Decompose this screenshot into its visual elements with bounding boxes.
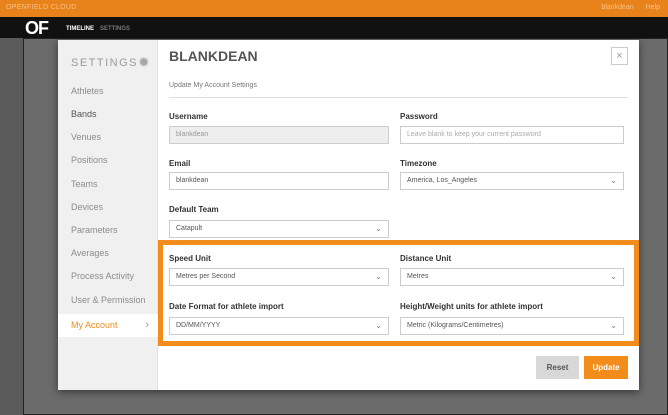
speed-unit-value: Metres per Second	[176, 273, 236, 280]
timezone-select[interactable]: America, Los_Angeles ⌄	[400, 172, 624, 190]
email-field[interactable]: blankdean	[169, 172, 389, 190]
sidebar-item-label: Positions	[71, 155, 108, 165]
tab-timeline[interactable]: TIMELINE	[66, 26, 94, 32]
sidebar-item-my-account[interactable]: My Account ›	[58, 314, 158, 337]
chevron-down-icon: ⌄	[375, 321, 382, 330]
sidebar-item-user-permission[interactable]: User & Permission	[58, 289, 158, 312]
password-placeholder: Leave blank to keep your current passwor…	[407, 131, 541, 138]
chevron-right-icon: ›	[145, 319, 149, 331]
sidebar-item-athletes[interactable]: Athletes	[58, 80, 158, 103]
sidebar-heading: SETTINGS	[71, 57, 139, 69]
distance-unit-select[interactable]: Metres ⌄	[400, 268, 624, 286]
distance-unit-value: Metres	[407, 273, 429, 280]
default-team-label: Default Team	[169, 205, 219, 214]
reset-button[interactable]: Reset	[536, 356, 579, 379]
close-button[interactable]: ×	[611, 47, 628, 65]
email-value: blankdean	[176, 177, 209, 184]
sidebar-item-label: Process Activity	[71, 271, 135, 281]
default-team-value: Catapult	[176, 225, 203, 232]
chevron-down-icon: ⌄	[610, 272, 617, 281]
sidebar-item-averages[interactable]: Averages	[58, 242, 158, 265]
brand-label: OPENFIELD CLOUD	[6, 4, 77, 11]
date-format-label: Date Format for athlete import	[169, 302, 284, 311]
gear-icon: ✹	[138, 54, 150, 70]
sidebar-item-venues[interactable]: Venues	[58, 126, 158, 149]
sidebar-item-label: Devices	[71, 202, 104, 212]
settings-modal: SETTINGS ✹ Athletes Bands Venues Positio…	[58, 40, 639, 390]
top-right-links: blankdean Help	[591, 4, 660, 11]
close-icon: ×	[616, 50, 623, 62]
chevron-down-icon: ⌄	[610, 321, 617, 330]
timezone-value: America, Los_Angeles	[407, 177, 478, 184]
settings-main: BLANKDEAN × Update My Account Settings U…	[158, 40, 639, 390]
password-field[interactable]: Leave blank to keep your current passwor…	[400, 126, 624, 144]
sidebar-item-label: Averages	[71, 248, 109, 258]
update-button[interactable]: Update	[584, 356, 628, 379]
sidebar-item-label: My Account	[71, 320, 118, 330]
height-weight-label: Height/Weight units for athlete import	[400, 302, 543, 311]
page-title: BLANKDEAN	[169, 48, 258, 64]
email-label: Email	[169, 159, 191, 168]
logo: OF	[25, 18, 49, 38]
page-subtitle: Update My Account Settings	[169, 82, 257, 89]
sidebar-item-devices[interactable]: Devices	[58, 196, 158, 219]
distance-unit-label: Distance Unit	[400, 254, 452, 263]
user-link[interactable]: blankdean	[601, 4, 633, 11]
username-field: blankdean	[169, 126, 389, 144]
nav-bar: OF TIMELINE SETTINGS	[0, 17, 668, 38]
sidebar-item-label: Athletes	[71, 86, 104, 96]
sidebar-item-teams[interactable]: Teams	[58, 173, 158, 196]
timezone-label: Timezone	[400, 159, 437, 168]
sidebar-item-label: Teams	[71, 179, 98, 189]
date-format-value: DD/MM/YYYY	[176, 322, 221, 329]
sidebar-item-label: Parameters	[71, 225, 118, 235]
sidebar-item-positions[interactable]: Positions	[58, 149, 158, 172]
sidebar-item-label: User & Permission	[71, 295, 146, 305]
tab-settings[interactable]: SETTINGS	[100, 26, 130, 32]
settings-sidebar: SETTINGS ✹ Athletes Bands Venues Positio…	[58, 40, 158, 390]
speed-unit-label: Speed Unit	[169, 254, 211, 263]
password-label: Password	[400, 112, 438, 121]
sidebar-item-parameters[interactable]: Parameters	[58, 219, 158, 242]
chevron-down-icon: ⌄	[375, 272, 382, 281]
chevron-down-icon: ⌄	[610, 176, 617, 185]
speed-unit-select[interactable]: Metres per Second ⌄	[169, 268, 389, 286]
height-weight-select[interactable]: Metric (Kilograms/Centimetres) ⌄	[400, 317, 624, 335]
chevron-down-icon: ⌄	[375, 224, 382, 233]
sidebar-item-process-activity[interactable]: Process Activity	[58, 265, 158, 288]
default-team-select[interactable]: Catapult ⌄	[169, 220, 389, 238]
help-link[interactable]: Help	[646, 4, 660, 11]
sidebar-item-bands[interactable]: Bands	[58, 103, 158, 126]
date-format-select[interactable]: DD/MM/YYYY ⌄	[169, 317, 389, 335]
username-value: blankdean	[176, 131, 209, 138]
top-bar: OPENFIELD CLOUD blankdean Help	[0, 0, 668, 17]
username-label: Username	[169, 112, 208, 121]
height-weight-value: Metric (Kilograms/Centimetres)	[407, 322, 504, 329]
sidebar-item-label: Bands	[71, 109, 97, 119]
sidebar-item-label: Venues	[71, 132, 102, 142]
divider	[169, 97, 628, 98]
